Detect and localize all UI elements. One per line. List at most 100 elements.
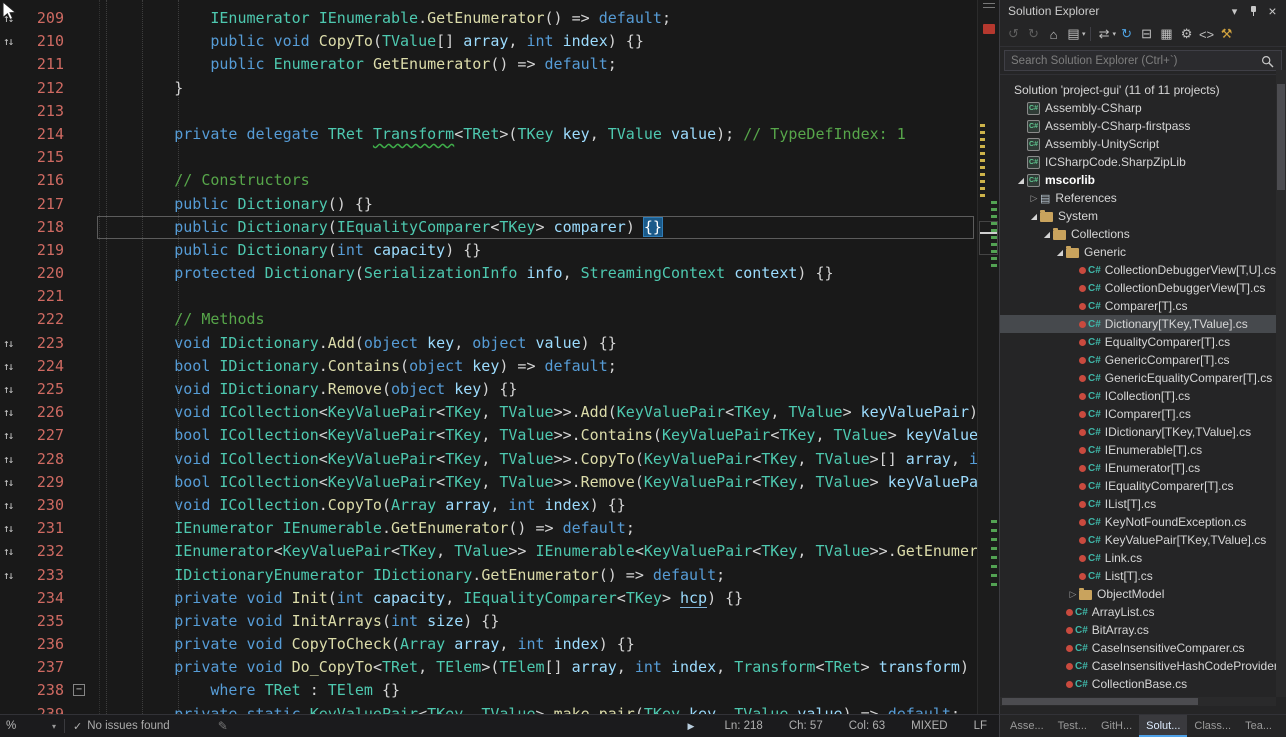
code-line-219[interactable]: 219 public Dictionary(int capacity) {} xyxy=(0,239,977,262)
code-line-227[interactable]: ↑↓227 bool ICollection<KeyValuePair<TKey… xyxy=(0,424,977,447)
interface-impl-icon[interactable]: ↑↓ xyxy=(0,332,26,355)
code-line-217[interactable]: 217 public Dictionary() {} xyxy=(0,193,977,216)
code-line-214[interactable]: 214 private delegate TRet Transform<TRet… xyxy=(0,123,977,146)
code-line-226[interactable]: ↑↓226 void ICollection<KeyValuePair<TKey… xyxy=(0,401,977,424)
code-line-228[interactable]: ↑↓228 void ICollection<KeyValuePair<TKey… xyxy=(0,448,977,471)
sync-with-active-icon-caret[interactable]: ▾ xyxy=(1113,30,1117,38)
scrollbar-thumb[interactable] xyxy=(1277,84,1285,190)
tree-item-caseinsensitivehashcodeprovider-cs[interactable]: C#CaseInsensitiveHashCodeProvider.cs xyxy=(1000,657,1276,675)
tool-tab-asse[interactable]: Asse... xyxy=(1003,715,1051,737)
interface-impl-icon[interactable]: ↑↓ xyxy=(0,401,26,424)
tree-item-ienumerator-t-cs[interactable]: C#IEnumerator[T].cs xyxy=(1000,459,1276,477)
tree-item-ilist-t-cs[interactable]: C#IList[T].cs xyxy=(1000,495,1276,513)
tree-item-list-t-cs[interactable]: C#List[T].cs xyxy=(1000,567,1276,585)
tree-item-assembly-csharp[interactable]: C#Assembly-CSharp xyxy=(1000,99,1276,117)
interface-impl-icon[interactable]: ↑↓ xyxy=(0,471,26,494)
home-icon[interactable]: ⌂ xyxy=(1044,25,1063,44)
code-line-233[interactable]: ↑↓233 IDictionaryEnumerator IDictionary.… xyxy=(0,564,977,587)
panel-horizontal-scrollbar[interactable] xyxy=(1000,697,1276,706)
code-line-213[interactable]: 213 xyxy=(0,100,977,123)
tree-item-keyvaluepair-tkey-tvalue-cs[interactable]: C#KeyValuePair[TKey,TValue].cs xyxy=(1000,531,1276,549)
tree-item-genericequalitycomparer-t-cs[interactable]: C#GenericEqualityComparer[T].cs xyxy=(1000,369,1276,387)
tool-tab-tea[interactable]: Tea... xyxy=(1238,715,1279,737)
window-position-icon[interactable]: ▾ xyxy=(1225,3,1244,20)
tree-item-solution-project-gui-11-of-11-projects[interactable]: Solution 'project-gui' (11 of 11 project… xyxy=(1000,81,1276,99)
code-line-236[interactable]: 236 private void CopyToCheck(Array array… xyxy=(0,633,977,656)
expand-panel-icon[interactable]: ▶ xyxy=(688,721,695,732)
column-indicator[interactable]: Col: 63 xyxy=(849,720,885,732)
editor-scrollbar[interactable] xyxy=(977,0,999,714)
splitter-grip-icon[interactable] xyxy=(978,3,999,8)
code-line-215[interactable]: 215 xyxy=(0,146,977,169)
settings-wrench-icon[interactable]: ⚒ xyxy=(1217,25,1236,44)
tree-item-equalitycomparer-t-cs[interactable]: C#EqualityComparer[T].cs xyxy=(1000,333,1276,351)
interface-impl-icon[interactable]: ↑↓ xyxy=(0,30,26,53)
nav-back-icon[interactable]: ↺ xyxy=(1004,25,1023,44)
tree-item-mscorlib[interactable]: ◢C#mscorlib xyxy=(1000,171,1276,189)
tool-tab-test[interactable]: Test... xyxy=(1051,715,1094,737)
code-line-231[interactable]: ↑↓231 IEnumerator IEnumerable.GetEnumera… xyxy=(0,517,977,540)
character-indicator[interactable]: Ch: 57 xyxy=(789,720,823,732)
tool-tab-solut[interactable]: Solut... xyxy=(1139,715,1187,737)
collapse-all-icon[interactable]: ⊟ xyxy=(1137,25,1156,44)
close-icon[interactable]: × xyxy=(1263,3,1282,20)
expand-arrow-icon[interactable]: ▷ xyxy=(1028,193,1040,204)
code-line-234[interactable]: 234 private void Init(int capacity, IEqu… xyxy=(0,587,977,610)
preview-code-icon[interactable]: <> xyxy=(1197,25,1216,44)
search-input[interactable] xyxy=(1004,50,1282,71)
code-line-235[interactable]: 235 private void InitArrays(int size) {} xyxy=(0,610,977,633)
expand-arrow-icon[interactable]: ▷ xyxy=(1067,589,1079,600)
encoding-indicator[interactable]: MIXED xyxy=(911,720,947,732)
tree-item-collectiondebuggerview-t-u-cs[interactable]: C#CollectionDebuggerView[T,U].cs xyxy=(1000,261,1276,279)
switch-views-icon-caret[interactable]: ▾ xyxy=(1082,30,1086,38)
tree-item-icomparer-t-cs[interactable]: C#IComparer[T].cs xyxy=(1000,405,1276,423)
interface-impl-icon[interactable]: ↑↓ xyxy=(0,424,26,447)
collapse-arrow-icon[interactable]: ◢ xyxy=(1054,248,1066,257)
code-line-220[interactable]: 220 protected Dictionary(SerializationIn… xyxy=(0,262,977,285)
tree-item-bitarray-cs[interactable]: C#BitArray.cs xyxy=(1000,621,1276,639)
show-all-files-icon[interactable]: ▦ xyxy=(1157,25,1176,44)
interface-impl-icon[interactable]: ↑↓ xyxy=(0,540,26,563)
document-health-indicator[interactable] xyxy=(983,24,995,34)
tree-item-assembly-unityscript[interactable]: C#Assembly-UnityScript xyxy=(1000,135,1276,153)
code-line-229[interactable]: ↑↓229 bool ICollection<KeyValuePair<TKey… xyxy=(0,471,977,494)
code-line-237[interactable]: 237 private void Do_CopyTo<TRet, TElem>(… xyxy=(0,656,977,679)
code-line-210[interactable]: ↑↓210 public void CopyTo(TValue[] array,… xyxy=(0,30,977,53)
code-line-218[interactable]: 218 public Dictionary(IEqualityComparer<… xyxy=(0,216,977,239)
pencil-icon[interactable]: ✎ xyxy=(218,719,228,733)
code-line-212[interactable]: 212 } xyxy=(0,77,977,100)
fold-collapse-icon[interactable]: − xyxy=(73,684,85,696)
tree-item-icsharpcode-sharpziplib[interactable]: C#ICSharpCode.SharpZipLib xyxy=(1000,153,1276,171)
refresh-icon[interactable]: ↻ xyxy=(1117,25,1136,44)
code-line-211[interactable]: 211 public Enumerator GetEnumerator() =>… xyxy=(0,53,977,76)
tree-item-ienumerable-t-cs[interactable]: C#IEnumerable[T].cs xyxy=(1000,441,1276,459)
code-line-223[interactable]: ↑↓223 void IDictionary.Add(object key, o… xyxy=(0,332,977,355)
tree-item-caseinsensitivecomparer-cs[interactable]: C#CaseInsensitiveComparer.cs xyxy=(1000,639,1276,657)
issues-status[interactable]: No issues found xyxy=(87,720,169,732)
viewport-indicator[interactable] xyxy=(979,221,998,255)
interface-impl-icon[interactable]: ↑↓ xyxy=(0,378,26,401)
tree-item-collections[interactable]: ◢Collections xyxy=(1000,225,1276,243)
code-line-232[interactable]: ↑↓232 IEnumerator<KeyValuePair<TKey, TVa… xyxy=(0,540,977,563)
interface-impl-icon[interactable]: ↑↓ xyxy=(0,355,26,378)
panel-vertical-scrollbar[interactable] xyxy=(1276,70,1286,697)
code-line-221[interactable]: 221 xyxy=(0,285,977,308)
collapse-arrow-icon[interactable]: ◢ xyxy=(1041,230,1053,239)
interface-impl-icon[interactable]: ↑↓ xyxy=(0,517,26,540)
chevron-down-icon[interactable]: ▾ xyxy=(52,722,56,731)
properties-icon[interactable]: ⚙ xyxy=(1177,25,1196,44)
tool-tab-class[interactable]: Class... xyxy=(1187,715,1238,737)
zoom-control[interactable]: % ▾ xyxy=(6,720,56,732)
tree-item-objectmodel[interactable]: ▷ObjectModel xyxy=(1000,585,1276,603)
pin-icon[interactable] xyxy=(1244,3,1263,20)
tree-item-icollection-t-cs[interactable]: C#ICollection[T].cs xyxy=(1000,387,1276,405)
tree-item-genericcomparer-t-cs[interactable]: C#GenericComparer[T].cs xyxy=(1000,351,1276,369)
collapse-arrow-icon[interactable]: ◢ xyxy=(1028,212,1040,221)
code-line-209[interactable]: ↑↓209 IEnumerator IEnumerable.GetEnumera… xyxy=(0,7,977,30)
tool-tab-gith[interactable]: GitH... xyxy=(1094,715,1139,737)
tree-item-idictionary-tkey-tvalue-cs[interactable]: C#IDictionary[TKey,TValue].cs xyxy=(1000,423,1276,441)
collapse-arrow-icon[interactable]: ◢ xyxy=(1015,176,1027,185)
scrollbar-thumb[interactable] xyxy=(1002,698,1198,705)
interface-impl-icon[interactable]: ↑↓ xyxy=(0,494,26,517)
tree-item-comparer-t-cs[interactable]: C#Comparer[T].cs xyxy=(1000,297,1276,315)
